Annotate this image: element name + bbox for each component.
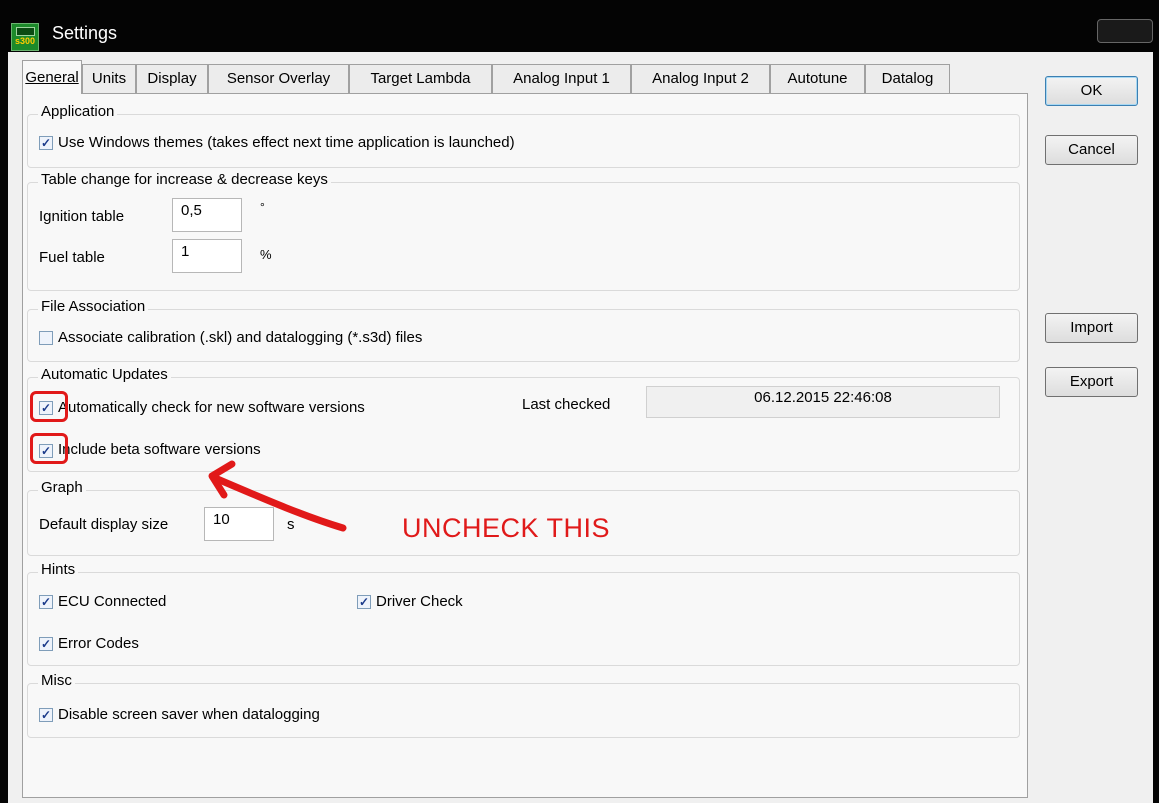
arrow-shaft [211, 474, 347, 532]
tab-general[interactable]: General [22, 60, 82, 94]
annotation-arrow [208, 460, 347, 532]
annotation-text: UNCHECK THIS [402, 513, 611, 543]
